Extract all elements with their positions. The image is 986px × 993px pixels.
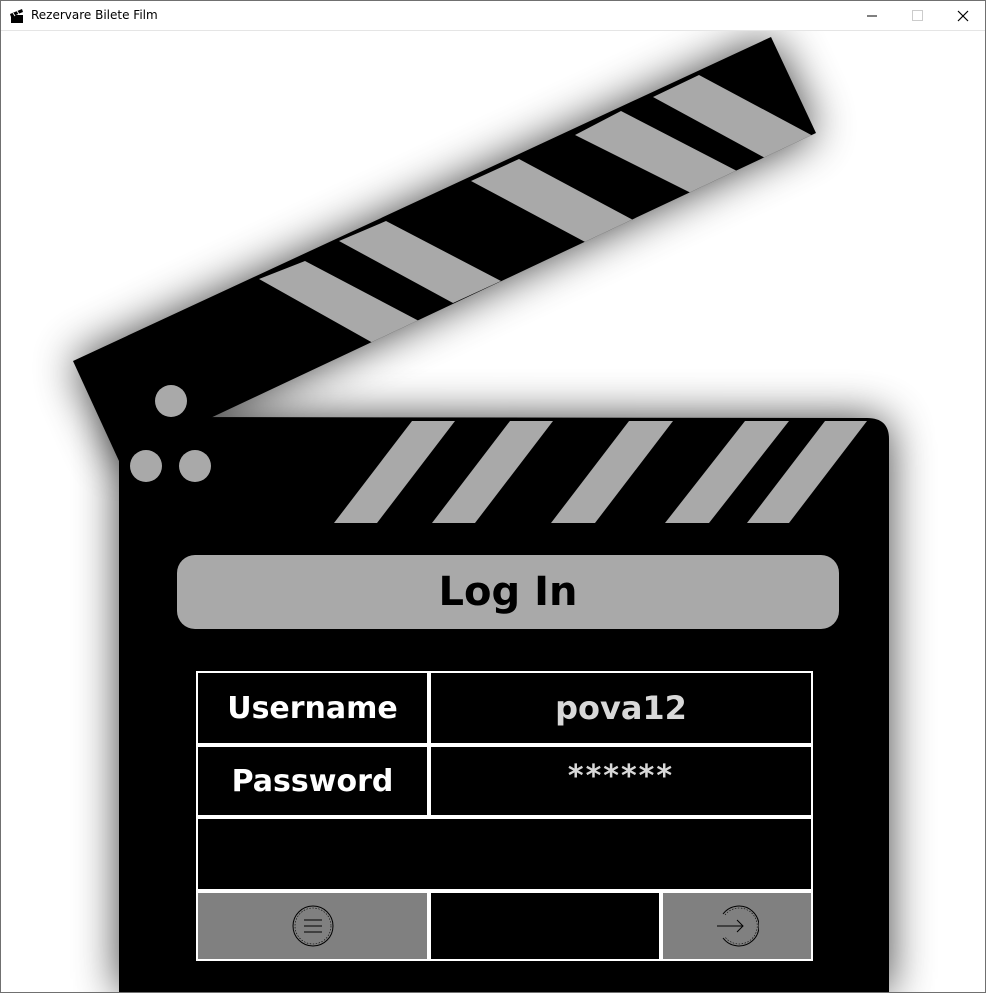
empty-cell	[429, 891, 661, 961]
login-title: Log In	[177, 555, 839, 629]
login-submit-button[interactable]	[661, 891, 813, 961]
password-label-cell: Password	[196, 745, 429, 817]
close-icon	[957, 10, 969, 22]
clapper-arm	[73, 37, 816, 461]
app-window: Rezervare Bilete Film Log In Username po…	[0, 0, 986, 993]
minimize-button[interactable]	[849, 1, 895, 31]
username-label-cell: Username	[196, 671, 429, 745]
username-label: Username	[227, 690, 398, 726]
username-field-cell	[429, 671, 813, 745]
username-input[interactable]	[431, 673, 811, 743]
maximize-button[interactable]	[894, 1, 940, 31]
password-input[interactable]	[431, 747, 811, 815]
maximize-icon	[912, 10, 923, 21]
message-area	[196, 817, 813, 891]
login-form: Username Password	[196, 671, 813, 961]
arrow-right-icon	[717, 905, 759, 947]
client-area: Log In Username Password	[1, 31, 985, 992]
window-title: Rezervare Bilete Film	[31, 8, 158, 22]
password-field-cell	[429, 745, 813, 817]
minimize-icon	[867, 15, 877, 17]
title-bar[interactable]: Rezervare Bilete Film	[1, 1, 985, 31]
password-label: Password	[231, 763, 394, 799]
clapperboard-icon	[10, 9, 23, 23]
menu-button[interactable]	[196, 891, 429, 961]
menu-icon	[292, 905, 333, 947]
close-button[interactable]	[940, 1, 985, 31]
